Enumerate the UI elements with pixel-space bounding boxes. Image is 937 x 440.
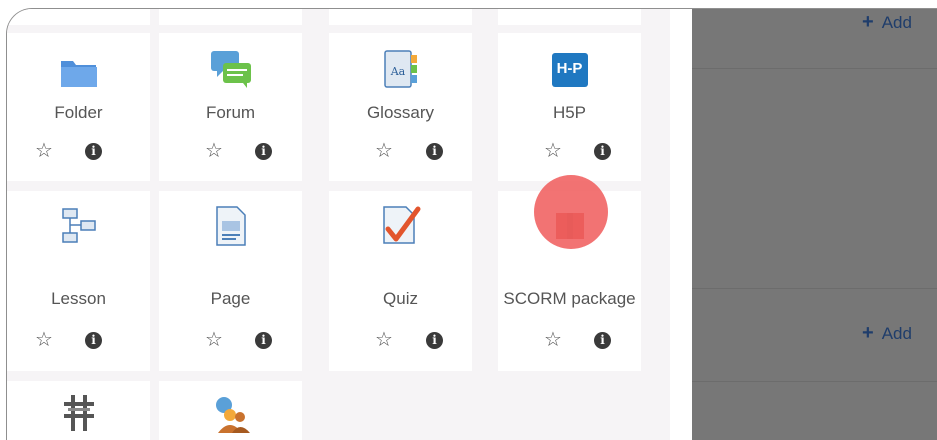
activity-label: Lesson: [51, 289, 106, 308]
plus-icon: +: [862, 11, 874, 33]
activity-label: Page: [210, 289, 251, 308]
activity-label: Forum: [205, 103, 256, 122]
add-activity-link-top[interactable]: + Add: [862, 11, 912, 34]
star-icon[interactable]: ☆: [205, 141, 223, 161]
add-activity-link-middle[interactable]: + Add: [862, 322, 912, 345]
star-icon[interactable]: ☆: [544, 141, 562, 161]
lesson-icon: [61, 208, 96, 243]
plus-icon: +: [862, 322, 874, 344]
info-icon[interactable]: i: [85, 143, 102, 160]
divider-line: [692, 288, 937, 289]
info-icon[interactable]: i: [426, 143, 443, 160]
folder-icon: [60, 61, 97, 87]
activity-tile-lesson[interactable]: Lesson ☆ i: [7, 191, 150, 371]
activity-tile-folder[interactable]: Folder ☆ i: [7, 33, 150, 181]
workshop-icon: [63, 395, 94, 431]
tile-partial: [7, 9, 150, 25]
divider-line: [692, 381, 937, 382]
star-icon[interactable]: ☆: [205, 330, 223, 350]
svg-text:Aa: Aa: [389, 65, 405, 78]
info-icon[interactable]: i: [594, 332, 611, 349]
activity-label: Quiz: [383, 289, 418, 308]
activity-tile-forum[interactable]: Forum ☆ i: [159, 33, 302, 181]
info-icon[interactable]: i: [255, 332, 272, 349]
activity-chooser-frame: Folder ☆ i Forum ☆ i Aa Glossary ☆ i H-P…: [6, 8, 937, 440]
activity-tile-quiz[interactable]: Quiz ☆ i: [329, 191, 472, 371]
activity-tile-workshop[interactable]: [7, 381, 150, 440]
click-indicator: [534, 175, 608, 249]
tile-partial: [498, 9, 641, 25]
info-icon[interactable]: i: [255, 143, 272, 160]
info-icon[interactable]: i: [85, 332, 102, 349]
activity-label: H5P: [552, 103, 587, 122]
activity-tile-page[interactable]: Page ☆ i: [159, 191, 302, 371]
activity-tile-users[interactable]: [159, 381, 302, 440]
add-label: Add: [881, 324, 912, 343]
divider-line: [692, 68, 937, 69]
users-icon: [215, 397, 250, 433]
star-icon[interactable]: ☆: [375, 330, 393, 350]
modal-backdrop[interactable]: + Add + Add: [692, 9, 937, 440]
activity-label: Folder: [54, 103, 103, 122]
activity-tile-glossary[interactable]: Aa Glossary ☆ i: [329, 33, 472, 181]
page-icon: [215, 206, 246, 246]
star-icon[interactable]: ☆: [35, 330, 53, 350]
star-icon[interactable]: ☆: [544, 330, 562, 350]
quiz-icon: [382, 206, 420, 244]
tile-partial: [159, 9, 302, 25]
add-label: Add: [881, 13, 912, 32]
glossary-icon: Aa: [383, 50, 417, 88]
h5p-icon-text: H-P: [556, 60, 583, 77]
forum-icon: [210, 51, 251, 88]
activity-label: SCORM package: [503, 289, 636, 308]
panel-divider: [670, 9, 692, 440]
tile-partial: [329, 9, 472, 25]
info-icon[interactable]: i: [594, 143, 611, 160]
activity-tile-h5p[interactable]: H-P H5P ☆ i: [498, 33, 641, 181]
star-icon[interactable]: ☆: [375, 141, 393, 161]
activity-label: Glossary: [366, 103, 435, 122]
info-icon[interactable]: i: [426, 332, 443, 349]
star-icon[interactable]: ☆: [35, 141, 53, 161]
